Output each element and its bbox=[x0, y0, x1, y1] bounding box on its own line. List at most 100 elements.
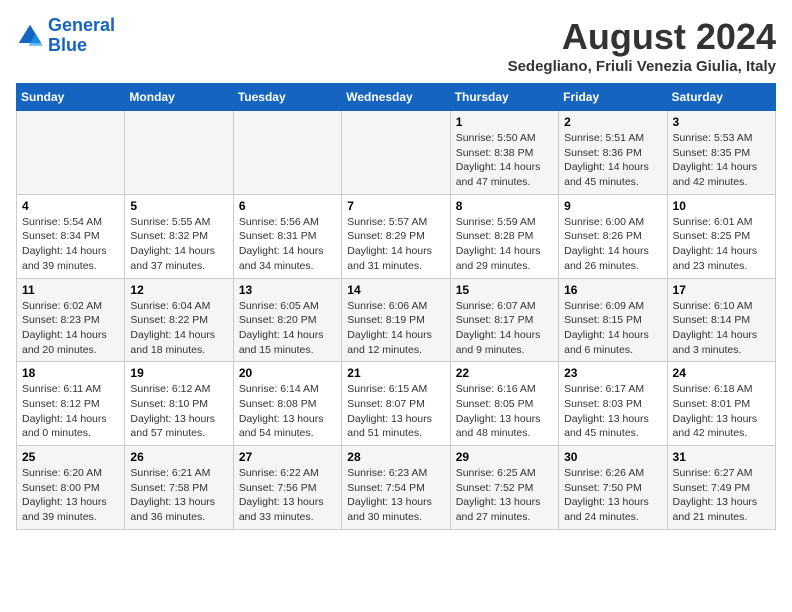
day-info: Sunrise: 6:09 AM Sunset: 8:15 PM Dayligh… bbox=[564, 299, 661, 358]
day-number: 29 bbox=[456, 450, 553, 464]
logo: General Blue bbox=[16, 16, 115, 56]
day-number: 9 bbox=[564, 199, 661, 213]
calendar-cell bbox=[17, 111, 125, 195]
day-number: 18 bbox=[22, 366, 119, 380]
day-number: 10 bbox=[673, 199, 770, 213]
logo-general: General bbox=[48, 15, 115, 35]
title-area: August 2024 Sedegliano, Friuli Venezia G… bbox=[508, 16, 776, 75]
day-number: 31 bbox=[673, 450, 770, 464]
calendar-cell: 25 Sunrise: 6:20 AM Sunset: 8:00 PM Dayli… bbox=[17, 446, 125, 530]
day-info: Sunrise: 6:05 AM Sunset: 8:20 PM Dayligh… bbox=[239, 299, 336, 358]
day-info: Sunrise: 5:57 AM Sunset: 8:29 PM Dayligh… bbox=[347, 215, 444, 274]
day-number: 24 bbox=[673, 366, 770, 380]
day-info: Sunrise: 6:06 AM Sunset: 8:19 PM Dayligh… bbox=[347, 299, 444, 358]
calendar-cell: 8Sunrise: 5:59 AM Sunset: 8:28 PM Daylig… bbox=[450, 194, 558, 278]
day-number: 22 bbox=[456, 366, 553, 380]
calendar-cell bbox=[233, 111, 341, 195]
day-info: Sunrise: 6:14 AM Sunset: 8:08 PM Dayligh… bbox=[239, 382, 336, 441]
calendar-week-row: 18Sunrise: 6:11 AM Sunset: 8:12 PM Dayli… bbox=[17, 362, 776, 446]
day-number: 4 bbox=[22, 199, 119, 213]
day-info: Sunrise: 6:16 AM Sunset: 8:05 PM Dayligh… bbox=[456, 382, 553, 441]
day-info: Sunrise: 6:22 AM Sunset: 7:56 PM Dayligh… bbox=[239, 466, 336, 525]
day-info: Sunrise: 6:12 AM Sunset: 8:10 PM Dayligh… bbox=[130, 382, 227, 441]
weekday-header: Wednesday bbox=[342, 84, 450, 111]
calendar-cell: 13 Sunrise: 6:05 AM Sunset: 8:20 PM Dayli… bbox=[233, 278, 341, 362]
calendar-cell bbox=[342, 111, 450, 195]
calendar-cell: 21 Sunrise: 6:15 AM Sunset: 8:07 PM Dayli… bbox=[342, 362, 450, 446]
day-info: Sunrise: 5:59 AM Sunset: 8:28 PM Dayligh… bbox=[456, 215, 553, 274]
day-info: Sunrise: 6:21 AM Sunset: 7:58 PM Dayligh… bbox=[130, 466, 227, 525]
day-info: Sunrise: 6:18 AM Sunset: 8:01 PM Dayligh… bbox=[673, 382, 770, 441]
calendar-week-row: 25 Sunrise: 6:20 AM Sunset: 8:00 PM Dayli… bbox=[17, 446, 776, 530]
calendar-cell: 1 Sunrise: 5:50 AM Sunset: 8:38 PM Daylig… bbox=[450, 111, 558, 195]
weekday-header-row: SundayMondayTuesdayWednesdayThursdayFrid… bbox=[17, 84, 776, 111]
day-number: 6 bbox=[239, 199, 336, 213]
calendar-cell: 7Sunrise: 5:57 AM Sunset: 8:29 PM Daylig… bbox=[342, 194, 450, 278]
calendar-cell: 19 Sunrise: 6:12 AM Sunset: 8:10 PM Dayli… bbox=[125, 362, 233, 446]
calendar-cell: 23 Sunrise: 6:17 AM Sunset: 8:03 PM Dayli… bbox=[559, 362, 667, 446]
subtitle: Sedegliano, Friuli Venezia Giulia, Italy bbox=[508, 58, 776, 75]
calendar-cell: 30 Sunrise: 6:26 AM Sunset: 7:50 PM Dayli… bbox=[559, 446, 667, 530]
day-info: Sunrise: 6:02 AM Sunset: 8:23 PM Dayligh… bbox=[22, 299, 119, 358]
day-number: 30 bbox=[564, 450, 661, 464]
calendar-cell: 28 Sunrise: 6:23 AM Sunset: 7:54 PM Dayli… bbox=[342, 446, 450, 530]
day-info: Sunrise: 5:50 AM Sunset: 8:38 PM Dayligh… bbox=[456, 131, 553, 190]
day-info: Sunrise: 6:17 AM Sunset: 8:03 PM Dayligh… bbox=[564, 382, 661, 441]
day-info: Sunrise: 5:56 AM Sunset: 8:31 PM Dayligh… bbox=[239, 215, 336, 274]
day-number: 25 bbox=[22, 450, 119, 464]
calendar-cell: 16Sunrise: 6:09 AM Sunset: 8:15 PM Dayli… bbox=[559, 278, 667, 362]
calendar-cell: 22 Sunrise: 6:16 AM Sunset: 8:05 PM Dayli… bbox=[450, 362, 558, 446]
calendar-cell: 14 Sunrise: 6:06 AM Sunset: 8:19 PM Dayli… bbox=[342, 278, 450, 362]
header: General Blue August 2024 Sedegliano, Fri… bbox=[16, 16, 776, 75]
day-info: Sunrise: 6:20 AM Sunset: 8:00 PM Dayligh… bbox=[22, 466, 119, 525]
calendar-cell: 9Sunrise: 6:00 AM Sunset: 8:26 PM Daylig… bbox=[559, 194, 667, 278]
calendar-cell: 6 Sunrise: 5:56 AM Sunset: 8:31 PM Daylig… bbox=[233, 194, 341, 278]
calendar-cell bbox=[125, 111, 233, 195]
calendar-table: SundayMondayTuesdayWednesdayThursdayFrid… bbox=[16, 83, 776, 530]
day-number: 13 bbox=[239, 283, 336, 297]
weekday-header: Saturday bbox=[667, 84, 775, 111]
day-number: 28 bbox=[347, 450, 444, 464]
calendar-cell: 26Sunrise: 6:21 AM Sunset: 7:58 PM Dayli… bbox=[125, 446, 233, 530]
calendar-cell: 11 Sunrise: 6:02 AM Sunset: 8:23 PM Dayli… bbox=[17, 278, 125, 362]
calendar-cell: 17Sunrise: 6:10 AM Sunset: 8:14 PM Dayli… bbox=[667, 278, 775, 362]
day-number: 19 bbox=[130, 366, 227, 380]
day-info: Sunrise: 6:07 AM Sunset: 8:17 PM Dayligh… bbox=[456, 299, 553, 358]
day-info: Sunrise: 5:51 AM Sunset: 8:36 PM Dayligh… bbox=[564, 131, 661, 190]
day-number: 11 bbox=[22, 283, 119, 297]
calendar-cell: 4 Sunrise: 5:54 AM Sunset: 8:34 PM Daylig… bbox=[17, 194, 125, 278]
day-number: 2 bbox=[564, 115, 661, 129]
calendar-cell: 24 Sunrise: 6:18 AM Sunset: 8:01 PM Dayli… bbox=[667, 362, 775, 446]
day-info: Sunrise: 6:15 AM Sunset: 8:07 PM Dayligh… bbox=[347, 382, 444, 441]
weekday-header: Tuesday bbox=[233, 84, 341, 111]
day-info: Sunrise: 6:27 AM Sunset: 7:49 PM Dayligh… bbox=[673, 466, 770, 525]
day-info: Sunrise: 6:26 AM Sunset: 7:50 PM Dayligh… bbox=[564, 466, 661, 525]
calendar-week-row: 1 Sunrise: 5:50 AM Sunset: 8:38 PM Daylig… bbox=[17, 111, 776, 195]
day-info: Sunrise: 6:10 AM Sunset: 8:14 PM Dayligh… bbox=[673, 299, 770, 358]
day-number: 12 bbox=[130, 283, 227, 297]
calendar-cell: 27Sunrise: 6:22 AM Sunset: 7:56 PM Dayli… bbox=[233, 446, 341, 530]
calendar-cell: 12 Sunrise: 6:04 AM Sunset: 8:22 PM Dayli… bbox=[125, 278, 233, 362]
day-info: Sunrise: 6:23 AM Sunset: 7:54 PM Dayligh… bbox=[347, 466, 444, 525]
day-info: Sunrise: 5:55 AM Sunset: 8:32 PM Dayligh… bbox=[130, 215, 227, 274]
day-number: 1 bbox=[456, 115, 553, 129]
calendar-week-row: 11 Sunrise: 6:02 AM Sunset: 8:23 PM Dayli… bbox=[17, 278, 776, 362]
day-info: Sunrise: 5:54 AM Sunset: 8:34 PM Dayligh… bbox=[22, 215, 119, 274]
day-info: Sunrise: 6:01 AM Sunset: 8:25 PM Dayligh… bbox=[673, 215, 770, 274]
logo-text: General Blue bbox=[48, 16, 115, 56]
logo-blue: Blue bbox=[48, 36, 115, 56]
day-info: Sunrise: 6:04 AM Sunset: 8:22 PM Dayligh… bbox=[130, 299, 227, 358]
day-number: 15 bbox=[456, 283, 553, 297]
day-number: 5 bbox=[130, 199, 227, 213]
weekday-header: Thursday bbox=[450, 84, 558, 111]
day-number: 14 bbox=[347, 283, 444, 297]
day-number: 23 bbox=[564, 366, 661, 380]
calendar-cell: 5 Sunrise: 5:55 AM Sunset: 8:32 PM Daylig… bbox=[125, 194, 233, 278]
day-info: Sunrise: 6:25 AM Sunset: 7:52 PM Dayligh… bbox=[456, 466, 553, 525]
calendar-cell: 10 Sunrise: 6:01 AM Sunset: 8:25 PM Dayli… bbox=[667, 194, 775, 278]
logo-icon bbox=[16, 22, 44, 50]
weekday-header: Sunday bbox=[17, 84, 125, 111]
calendar-cell: 3Sunrise: 5:53 AM Sunset: 8:35 PM Daylig… bbox=[667, 111, 775, 195]
calendar-cell: 20Sunrise: 6:14 AM Sunset: 8:08 PM Dayli… bbox=[233, 362, 341, 446]
day-number: 21 bbox=[347, 366, 444, 380]
